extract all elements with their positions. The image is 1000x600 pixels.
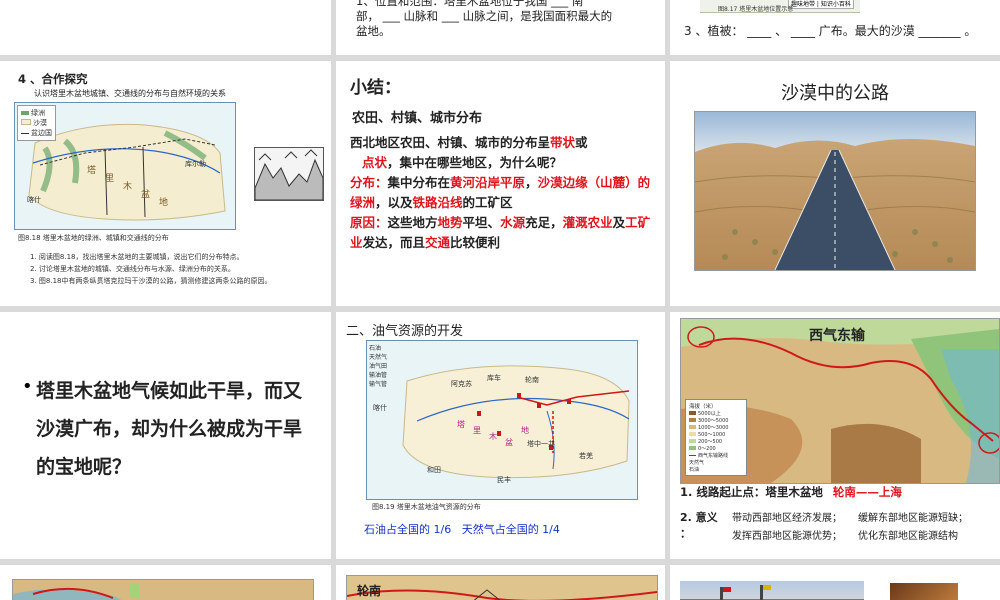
- map-label-mu: 木: [489, 432, 497, 441]
- section-heading: 4 、合作探究: [18, 72, 88, 86]
- map-label-ta: 塔: [87, 166, 97, 176]
- slide-5[interactable]: 小结： 农田、村镇、城市分布 西北地区农田、村镇、城市的分布呈带状或 点状，集中…: [336, 61, 665, 306]
- map-label-hotan: 和田: [427, 466, 441, 474]
- pipeline-map-thumbnail: 轮南: [346, 575, 658, 600]
- pipeline-meaning-grid: 带动西部地区经济发展； 缓解东部地区能源短缺； 发挥西部地区能源优势； 优化东部地区…: [732, 513, 968, 542]
- map-label-tazhong: 塔中一井: [527, 440, 555, 448]
- slide-6[interactable]: 沙漠中的公路: [670, 61, 1000, 306]
- map-label-kuqa: 库车: [487, 374, 501, 382]
- desert-road-graphic: [695, 112, 975, 270]
- slide-8[interactable]: 二、油气资源的开发 石油 天然气 油气田 输油管 输气管 喀什 库车 轮南 阿克…: [336, 312, 665, 559]
- map-label-ruoqiang: 若羌: [579, 452, 593, 460]
- map-legend-button: 趣味地带 | 知识小百科: [788, 0, 854, 9]
- summary-body: 西北地区农田、村镇、城市的分布呈带状或 点状，集中在哪些地区，为什么呢？ 分布：…: [350, 133, 658, 253]
- map-label-mu: 木: [123, 182, 133, 192]
- map-label-di: 地: [159, 198, 169, 208]
- question-2: 2. 讨论塔里木盆地的城镇、交通线分布与水源、绿洲分布的关系。: [30, 265, 235, 273]
- map-label-kashgar: 喀什: [27, 196, 41, 204]
- pipeline-thumbnail-graphic: [13, 584, 139, 600]
- map-label-aksu: 阿克苏: [451, 380, 472, 388]
- map-legend: 石油 天然气 油气田 输油管 输气管: [369, 345, 388, 388]
- summary-subheading: 农田、村镇、城市分布: [352, 111, 483, 126]
- map-label-ta: 塔: [457, 420, 465, 429]
- photo-left-graphic: [680, 585, 864, 600]
- vegetation-text: 3 、植被： ____ 、 ____ 广布。最大的沙漠 _______ 。: [684, 24, 977, 38]
- pipeline-meaning-label: 2. 意义 ：: [680, 511, 718, 540]
- map-label-kashgar: 喀什: [373, 404, 387, 412]
- question-1: 1. 阅读图8.18，找出塔里木盆地的主要城镇，说出它们的分布特点。: [30, 253, 244, 261]
- basin-section-graphic: [254, 149, 324, 201]
- lunnan-map-graphic: [346, 589, 658, 600]
- photo-right: [890, 583, 958, 600]
- map-label-di: 地: [521, 426, 529, 435]
- slide-title: 沙漠中的公路: [781, 83, 889, 104]
- resource-share-text: 石油占全国的 1/6 天然气占全国的 1/4: [364, 523, 560, 536]
- slide-7[interactable]: • 塔里木盆地气候如此干旱，而又沙漠广布，却为什么被成为干旱的宝地呢？: [0, 312, 331, 559]
- map-label-minfeng: 民丰: [497, 476, 511, 484]
- figure-caption: 图8.18 塔里木盆地的绿洲、城镇和交通线的分布: [18, 234, 169, 242]
- map-label-pen: 盆: [505, 438, 513, 447]
- question-3: 3. 图8.18中有两条纵贯塔克拉玛干沙漠的公路，猜测修建这两条公路的原因。: [30, 277, 272, 285]
- figure-caption: 图8.19 塔里木盆地油气资源的分布: [372, 503, 481, 511]
- pipeline-map: 西气东输 海拔（米） 5000以上 3000～5000 1000～3000 50…: [680, 318, 1000, 484]
- map-label-lunnan: 轮南: [525, 376, 539, 384]
- map-label-li: 里: [473, 426, 481, 435]
- pipeline-route-text: 1. 线路起止点：塔里木盆地 轮南——上海: [680, 485, 902, 499]
- map-label-pen: 盆: [141, 190, 151, 200]
- summary-paragraph-3: 原因：这些地方地势平坦、水源充足，灌溉农业及工矿业发达，而且交通比较便利: [350, 215, 651, 250]
- map-label-lunnan: 轮南: [357, 584, 382, 598]
- slide-4[interactable]: 4 、合作探究 认识塔里木盆地城镇、交通线的分布与自然环境的关系 绿洲 沙漠 盆…: [0, 61, 331, 306]
- figure-caption: 图8.17 塔里木盆地位置示意: [718, 6, 794, 13]
- question-list: 1. 阅读图8.18，找出塔里木盆地的主要城镇，说出它们的分布特点。 2. 讨论…: [30, 251, 272, 287]
- pipeline-map-thumbnail: [12, 579, 314, 600]
- desert-road-photo: [694, 111, 976, 271]
- section-diagram: [254, 147, 324, 201]
- section-subtitle: 认识塔里木盆地城镇、交通线的分布与自然环境的关系: [34, 89, 226, 98]
- summary-title: 小结：: [350, 78, 401, 98]
- slide-3[interactable]: 趣味地带 | 知识小百科 图8.17 塔里木盆地位置示意 3 、植被： ____…: [670, 0, 1000, 55]
- oasis-town-map: 绿洲 沙漠 盆边国 喀什 塔 里 木 盆 地 库尔勒: [14, 102, 236, 230]
- map-label-korla: 库尔勒: [185, 160, 206, 168]
- slide-9[interactable]: 西气东输 海拔（米） 5000以上 3000～5000 1000～3000 50…: [670, 312, 1000, 559]
- slide-11[interactable]: 轮南: [336, 565, 665, 600]
- bullet-icon: •: [22, 376, 33, 397]
- elevation-legend: 海拔（米） 5000以上 3000～5000 1000～3000 500～100…: [685, 399, 747, 476]
- section-heading: 二、油气资源的开发: [346, 324, 464, 339]
- slide-12[interactable]: [670, 565, 1000, 600]
- question-text: 塔里木盆地气候如此干旱，而又沙漠广布，却为什么被成为干旱的宝地呢？: [36, 380, 303, 478]
- map-title: 西气东输: [809, 328, 865, 344]
- slide-10[interactable]: [0, 565, 331, 600]
- oil-gas-map: 石油 天然气 油气田 输油管 输气管 喀什 库车 轮南 阿克苏 塔中一井 和田 …: [366, 340, 638, 500]
- slide-2[interactable]: 1、位置和范围：塔里木盆地位于我国 ___ 南 部， ___ 山脉和 ___ 山…: [336, 0, 665, 55]
- slide-1[interactable]: [0, 0, 331, 55]
- map-label-li: 里: [105, 174, 115, 184]
- photo-left: [680, 581, 864, 600]
- summary-paragraph-1: 西北地区农田、村镇、城市的分布呈带状或 点状，集中在哪些地区，为什么呢？: [350, 135, 588, 170]
- position-text: 1、位置和范围：塔里木盆地位于我国 ___ 南 部， ___ 山脉和 ___ 山…: [356, 0, 613, 38]
- summary-paragraph-2: 分布：集中分布在黄河沿岸平原，沙漠边缘（山麓）的绿洲，以及铁路沿线的工矿区: [350, 175, 651, 210]
- map-legend: 绿洲 沙漠 盆边国: [17, 105, 56, 141]
